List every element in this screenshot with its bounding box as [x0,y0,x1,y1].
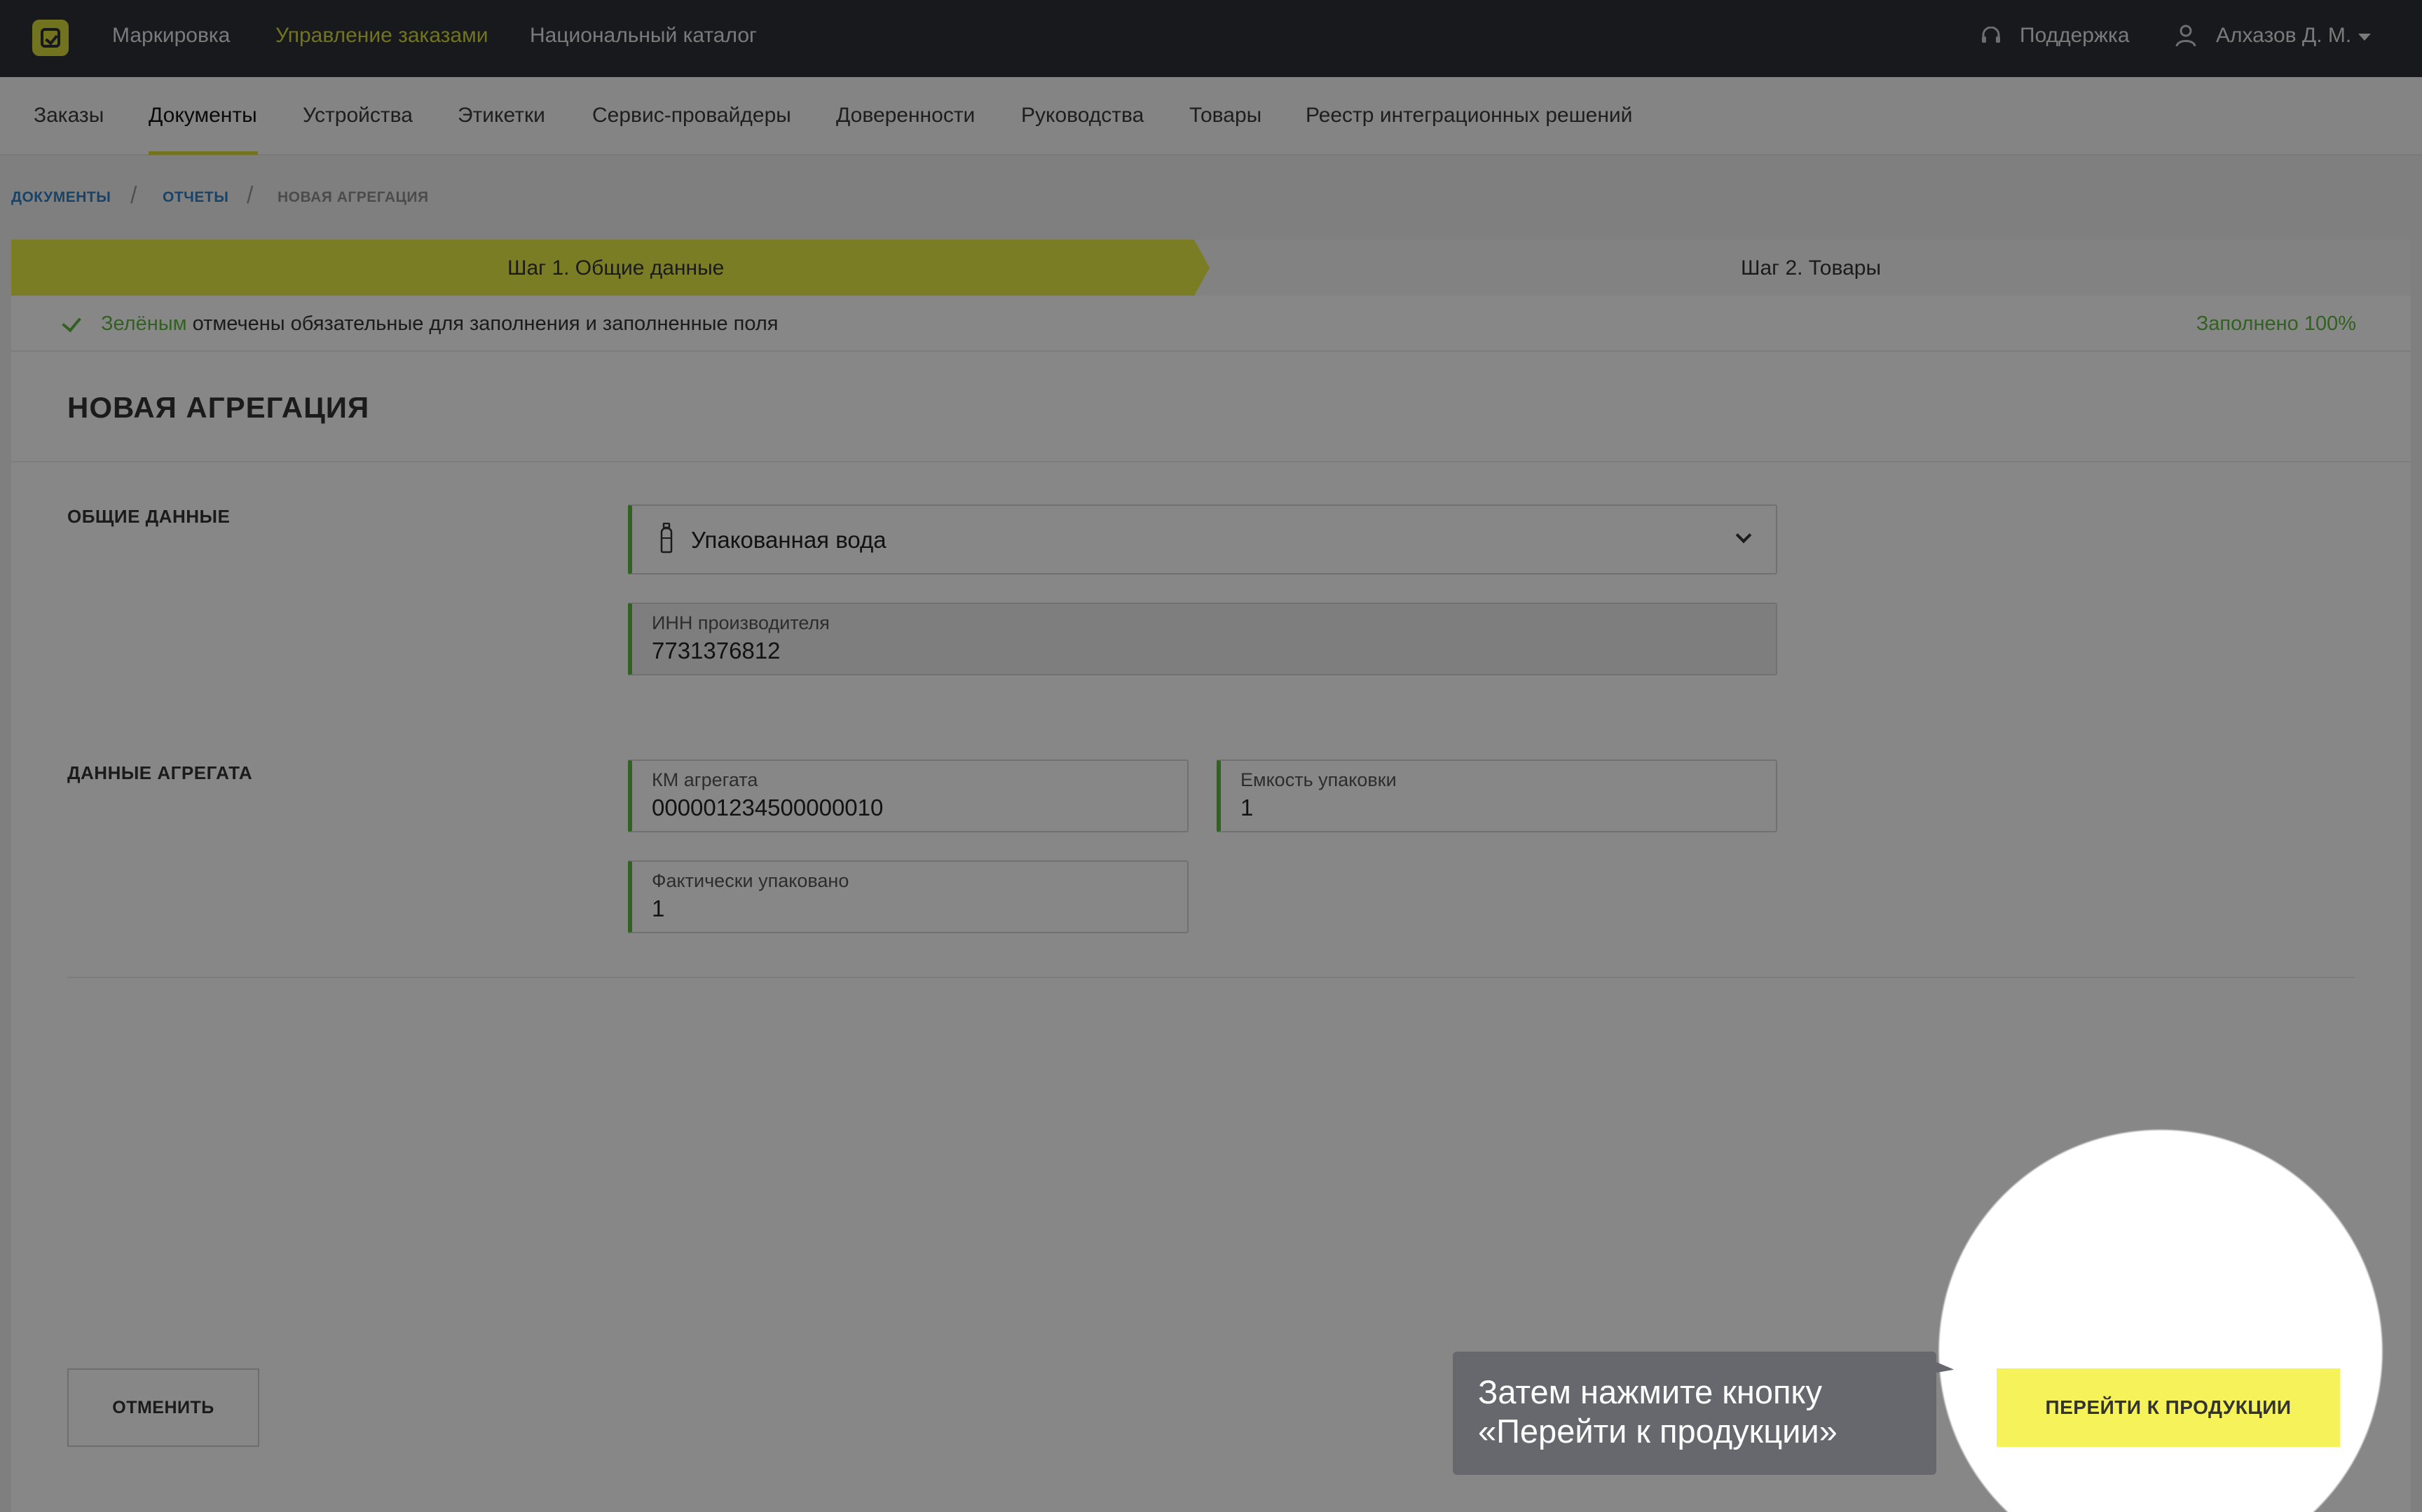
package-capacity-field[interactable]: Емкость упаковки 1 [1217,760,1777,832]
step-1-label: Шаг 1. Общие данные [507,256,725,280]
user-menu[interactable]: Алхазов Д. М. [2216,24,2351,48]
active-tab-indicator [149,151,258,155]
actually-packed-field[interactable]: Фактически упаковано 1 [628,860,1189,933]
breadcrumb-separator: / [130,182,137,209]
notice-rest: отмечены обязательные для заполнения и з… [186,312,779,335]
step-2-label[interactable]: Шаг 2. Товары [1741,256,1881,280]
subnav-powers-of-attorney[interactable]: Доверенности [836,104,975,128]
chevron-down-icon[interactable] [1735,527,1752,544]
divider [11,461,2411,462]
tooltip-line-2: «Перейти к продукции» [1478,1413,1838,1450]
breadcrumb-current: Новая агрегация [278,189,429,205]
form-card: НОВАЯ АГРЕГАЦИЯ ОБЩИЕ ДАННЫЕ Упакованная… [11,352,2411,1512]
subnav-integration-registry[interactable]: Реестр интеграционных решений [1306,104,1632,128]
required-fields-notice: Зелёным отмечены обязательные для заполн… [11,296,2411,352]
subnav-labels[interactable]: Этикетки [458,104,545,128]
inn-label: ИНН производителя [652,612,830,633]
breadcrumb-separator: / [247,182,254,209]
bottle-icon [660,523,673,554]
logo[interactable] [32,20,69,56]
headset-icon [1982,27,2000,43]
caret-down-icon[interactable] [2358,34,2371,41]
section-aggregate-label: ДАННЫЕ АГРЕГАТА [67,762,253,783]
notice-text: Зелёным отмечены обязательные для заполн… [101,312,779,336]
subnav-devices[interactable]: Устройства [303,104,413,128]
product-group-value: Упакованная вода [691,527,887,553]
actually-packed-label: Фактически упаковано [652,870,849,891]
inn-field[interactable]: ИНН производителя 7731376812 [628,603,1777,675]
cancel-button[interactable]: ОТМЕНИТЬ [67,1368,259,1447]
support-link[interactable]: Поддержка [2020,24,2130,48]
check-icon [62,312,81,333]
user-icon [2175,25,2196,47]
actually-packed-value: 1 [652,895,665,921]
subnav-guides[interactable]: Руководства [1021,104,1144,128]
subnav-goods[interactable]: Товары [1189,104,1261,128]
notice-green-word: Зелёным [101,312,187,335]
km-aggregate-value: 000001234500000010 [652,795,884,820]
km-aggregate-label: КМ агрегата [652,769,758,790]
topnav-national-catalog[interactable]: Национальный каталог [530,24,757,48]
hint-tooltip: Затем нажмите кнопку «Перейти к продукци… [1453,1352,1936,1475]
inn-value: 7731376812 [652,638,781,664]
package-capacity-label: Емкость упаковки [1240,769,1397,790]
page-title: НОВАЯ АГРЕГАЦИЯ [67,391,370,424]
topnav-order-management[interactable]: Управление заказами [275,24,488,48]
breadcrumb-reports[interactable]: Отчеты [163,189,228,206]
top-bar: Маркировка Управление заказами Националь… [0,0,2422,77]
breadcrumb: Документы / Отчеты / Новая агрегация [0,156,2422,240]
section-general-label: ОБЩИЕ ДАННЫЕ [67,506,231,527]
subnav-service-providers[interactable]: Сервис-провайдеры [592,104,791,128]
sub-nav: Заказы Документы Устройства Этикетки Сер… [0,77,2422,156]
logo-icon [41,28,60,48]
subnav-documents[interactable]: Документы [149,104,257,128]
km-aggregate-field[interactable]: КМ агрегата 000001234500000010 [628,760,1189,832]
package-capacity-value: 1 [1240,795,1254,820]
topnav-markirovka[interactable]: Маркировка [112,24,230,48]
breadcrumb-documents[interactable]: Документы [11,189,111,206]
stepper: Шаг 1. Общие данные Шаг 2. Товары [11,240,2411,296]
tooltip-line-1: Затем нажмите кнопку [1478,1373,1822,1410]
product-group-select[interactable]: Упакованная вода [628,504,1777,575]
subnav-orders[interactable]: Заказы [34,104,104,128]
divider [67,977,2355,978]
filled-percentage: Заполнено 100% [2196,312,2356,335]
go-to-products-button[interactable]: ПЕРЕЙТИ К ПРОДУКЦИИ [1997,1368,2340,1447]
